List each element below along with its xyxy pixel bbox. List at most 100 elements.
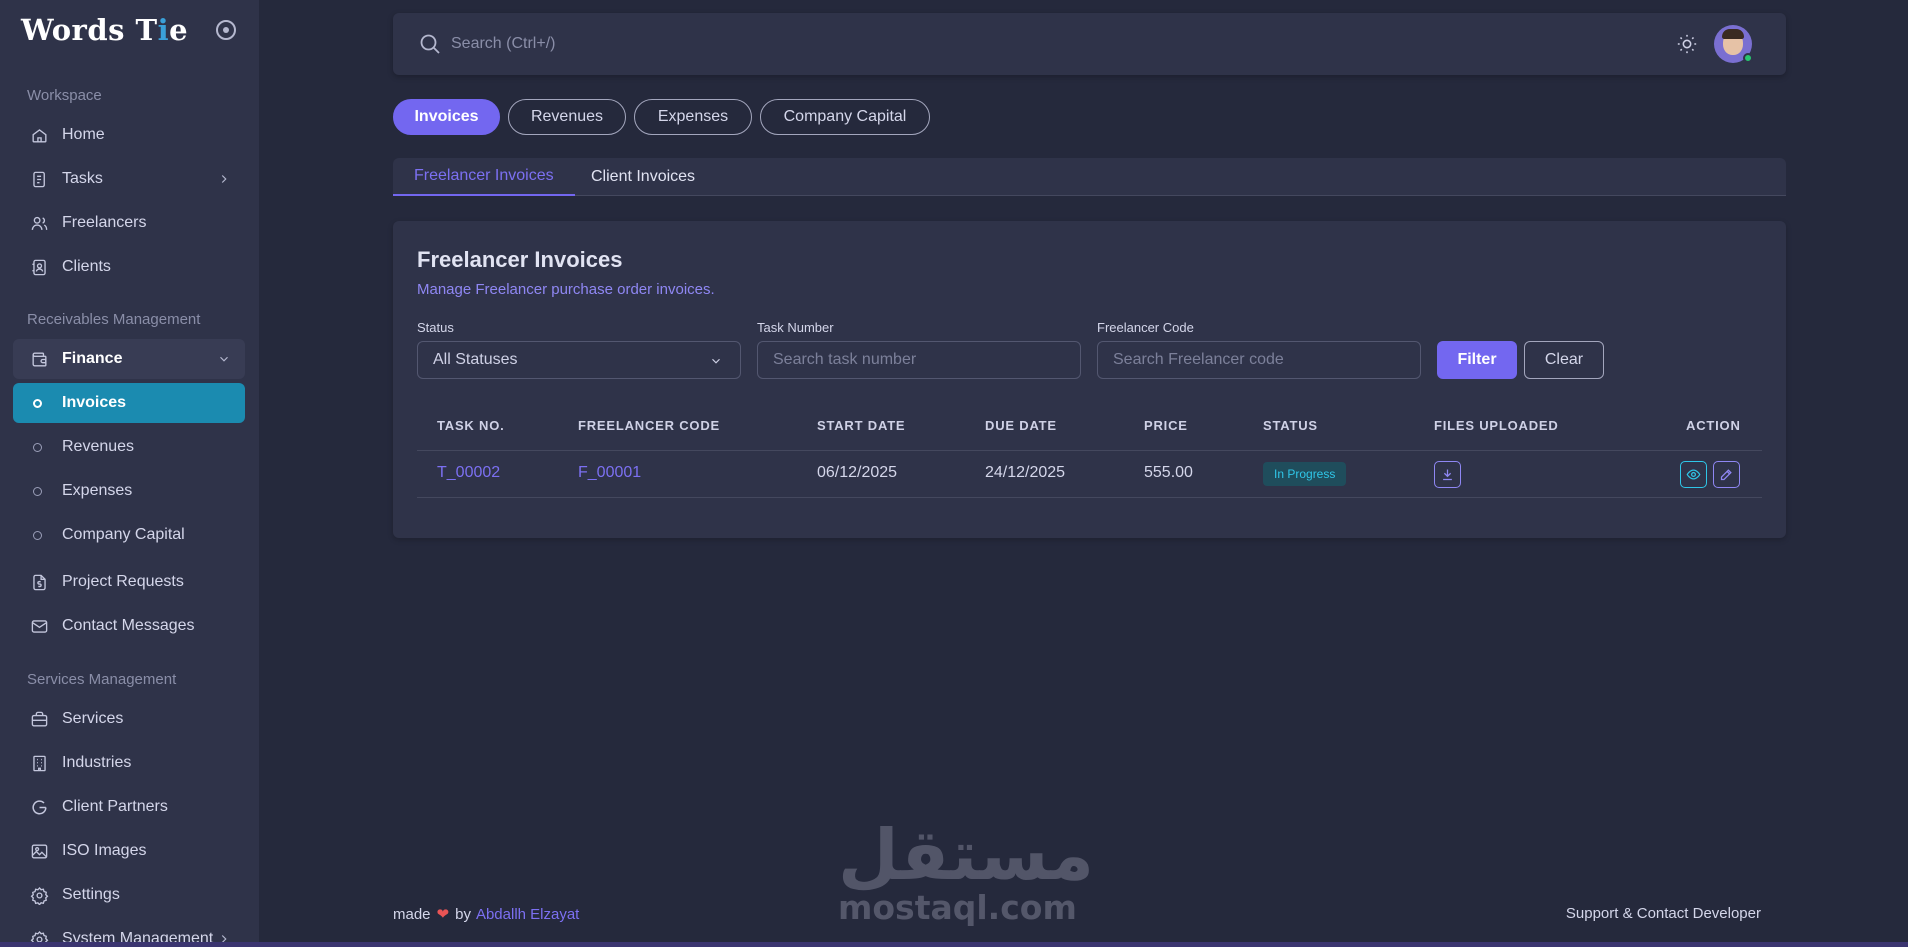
sidebar-item-label: Invoices <box>62 394 127 411</box>
menu-toggle-icon[interactable] <box>216 20 236 40</box>
topbar <box>393 13 1786 75</box>
chevron-right-icon <box>221 175 227 183</box>
sidebar-item-contact-messages[interactable]: Contact Messages <box>13 606 245 646</box>
sidebar-item-clients[interactable]: Clients <box>13 247 245 287</box>
invoice-dollar-icon <box>30 573 49 592</box>
sidebar-item-label: ISO Images <box>62 842 147 859</box>
sidebar-item-freelancers[interactable]: Freelancers <box>13 203 245 243</box>
circle-bullet-icon <box>33 486 42 496</box>
sidebar-subitem-invoices[interactable]: Invoices <box>13 383 245 423</box>
card-title: Freelancer Invoices <box>417 247 623 272</box>
circle-bullet-icon <box>33 398 42 408</box>
tab-revenues[interactable]: Revenues <box>508 99 626 135</box>
sidebar-item-finance[interactable]: Finance <box>13 339 245 379</box>
status-badge: In Progress <box>1263 462 1347 486</box>
cell-freelancer-code[interactable]: F_00001 <box>578 464 641 482</box>
sidebar-item-project-requests[interactable]: Project Requests <box>13 562 245 602</box>
cell-price: 555.00 <box>1144 464 1193 481</box>
sidebar-item-tasks[interactable]: Tasks <box>13 159 245 199</box>
sidebar-item-label: Finance <box>62 350 123 367</box>
support-contact-link[interactable]: Support & Contact Developer <box>1566 905 1761 922</box>
footer-by: by <box>455 905 471 923</box>
th-action: ACTION <box>1686 418 1741 433</box>
sidebar-item-label: Tasks <box>62 170 103 187</box>
sidebar-item-client-partners[interactable]: Client Partners <box>13 787 245 827</box>
tab-client-invoices[interactable]: Client Invoices <box>591 158 695 196</box>
clear-button[interactable]: Clear <box>1524 341 1604 379</box>
th-files-uploaded: FILES UPLOADED <box>1434 418 1559 433</box>
tab-freelancer-invoices[interactable]: Freelancer Invoices <box>393 158 575 196</box>
watermark-latin: mostaql.com <box>838 888 1077 927</box>
sidebar-item-iso-images[interactable]: ISO Images <box>13 831 245 871</box>
sidebar-item-label: Home <box>62 126 105 143</box>
cell-start-date: 06/12/2025 <box>817 464 898 481</box>
user-avatar[interactable] <box>1714 25 1753 63</box>
brand-name: Words Tie <box>21 13 189 47</box>
sidebar-subitem-company-capital[interactable]: Company Capital <box>13 515 245 555</box>
mostaql-watermark: مستقل mostaql.com <box>838 814 1095 930</box>
freelancer-code-input[interactable] <box>1097 341 1421 379</box>
brand-logo[interactable]: Words Tie <box>21 12 188 48</box>
sidebar-item-settings[interactable]: Settings <box>13 875 245 915</box>
sidebar-subitem-expenses[interactable]: Expenses <box>13 471 245 511</box>
theme-toggle-sun-icon[interactable] <box>1676 33 1698 55</box>
search-icon[interactable] <box>418 32 442 56</box>
cell-task-no[interactable]: T_00002 <box>437 464 500 482</box>
th-start-date: START DATE <box>817 418 906 433</box>
download-file-button[interactable] <box>1434 461 1461 488</box>
sidebar-item-label: Contact Messages <box>62 617 195 634</box>
circle-bullet-icon <box>33 530 42 540</box>
tab-expenses[interactable]: Expenses <box>634 99 752 135</box>
sidebar-item-label: Company Capital <box>62 526 185 543</box>
cell-due-date: 24/12/2025 <box>985 464 1066 481</box>
tab-company-capital[interactable]: Company Capital <box>760 99 930 135</box>
sidebar: Words Tie Workspace Home Tasks Freelance… <box>0 0 259 947</box>
edit-icon <box>1720 469 1732 481</box>
task-number-input[interactable] <box>757 341 1081 379</box>
sidebar-item-services[interactable]: Services <box>13 699 245 739</box>
freelancer-invoices-card: Freelancer Invoices Manage Freelancer pu… <box>393 221 1786 538</box>
sidebar-item-label: Project Requests <box>62 573 184 590</box>
status-select-value: All Statuses <box>433 351 518 368</box>
th-due-date: DUE DATE <box>985 418 1057 433</box>
footer-author-link[interactable]: Abdallh Elzayat <box>476 906 579 923</box>
freelancer-code-label: Freelancer Code <box>1097 320 1194 335</box>
edit-invoice-button[interactable] <box>1713 461 1740 488</box>
search-input[interactable] <box>451 29 1051 59</box>
download-icon <box>1443 469 1452 481</box>
online-status-dot <box>1743 53 1753 63</box>
sidebar-item-label: Clients <box>62 258 111 275</box>
wallet-icon <box>30 350 49 369</box>
watermark-arabic: مستقل <box>838 814 1095 896</box>
sidebar-item-label: Industries <box>62 754 132 771</box>
task-list-icon <box>30 170 49 189</box>
th-freelancer-code: FREELANCER CODE <box>578 418 721 433</box>
address-book-icon <box>30 258 49 277</box>
sidebar-subitem-revenues[interactable]: Revenues <box>13 427 245 467</box>
home-icon <box>30 126 49 145</box>
sidebar-item-label: Client Partners <box>62 798 168 815</box>
gear-icon <box>30 886 49 905</box>
chevron-down-icon <box>220 356 228 362</box>
mail-icon <box>30 617 49 636</box>
google-icon <box>30 798 49 817</box>
sidebar-item-label: Expenses <box>62 482 133 499</box>
section-receivables: Receivables Management <box>27 311 201 328</box>
view-invoice-button[interactable] <box>1680 461 1707 488</box>
invoice-tabs: Freelancer Invoices Client Invoices <box>393 158 1786 196</box>
sidebar-item-home[interactable]: Home <box>13 115 245 155</box>
sidebar-item-label: Revenues <box>62 438 135 455</box>
briefcase-icon <box>30 710 49 729</box>
tab-invoices[interactable]: Invoices <box>393 99 500 135</box>
status-select[interactable]: All Statuses <box>417 341 741 379</box>
row-divider <box>417 497 1762 498</box>
building-icon <box>30 754 49 773</box>
bottom-strip <box>0 942 1908 947</box>
chevron-down-icon <box>712 358 720 364</box>
sidebar-item-industries[interactable]: Industries <box>13 743 245 783</box>
header-divider <box>417 450 1762 451</box>
users-icon <box>30 214 49 233</box>
filter-button[interactable]: Filter <box>1437 341 1517 379</box>
task-number-label: Task Number <box>757 320 834 335</box>
th-price: PRICE <box>1144 418 1188 433</box>
